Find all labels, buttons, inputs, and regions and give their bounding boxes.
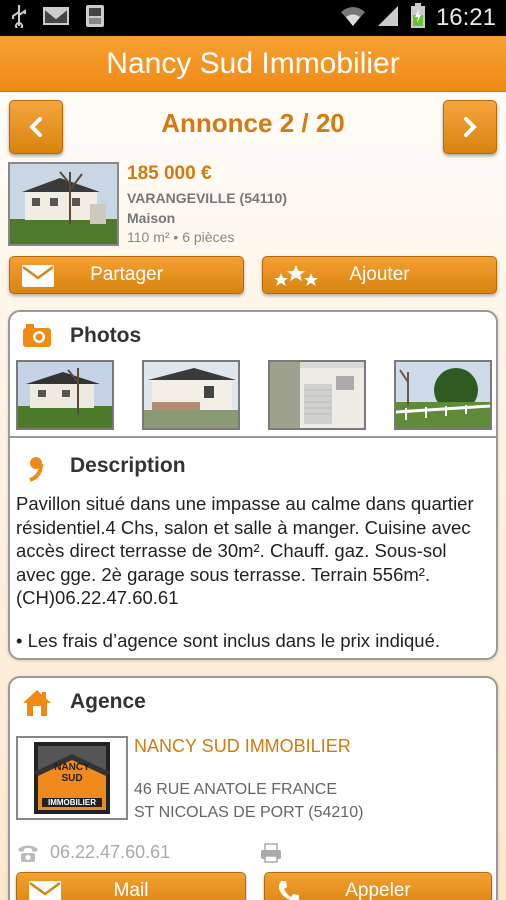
listing-counter: Annonce 2 / 20 [161,108,345,138]
mail-button[interactable]: Mail [16,872,246,900]
agency-logo: NANCY SUD IMMOBILIER [16,736,128,820]
quote-icon [22,452,52,487]
description-title: Description [70,454,186,477]
chevron-right-icon [464,117,477,137]
clock: 16:21 [435,4,496,31]
wifi-icon [340,4,366,33]
agency-title: Agence [70,690,146,713]
logo-text-line: SUD [61,773,83,784]
listing-thumbnail[interactable] [8,162,119,246]
listing-type: Maison [127,210,176,226]
photo-thumbnail[interactable] [16,360,114,430]
telephone-icon [16,843,40,868]
photo-thumbnail[interactable] [394,360,492,430]
fax-icon [260,843,282,868]
logo-text-line: IMMOBILIER [42,798,102,807]
next-button[interactable] [443,100,497,154]
agency-address-line2: ST NICOLAS DE PORT (54210) [134,804,364,821]
listing-city: VARANGEVILLE (54110) [127,190,288,206]
storage-icon [84,3,106,34]
details-panel: Photos Description Pavillon situé dans u… [8,310,498,660]
agency-header: Agence [10,678,496,728]
listing-size: 110 m² • 6 pièces [127,229,235,245]
stars-icon [273,263,319,295]
gmail-icon [42,5,70,32]
photo-thumbnail[interactable] [268,360,366,430]
listing-price: 185 000 € [127,163,212,184]
usb-icon [10,4,28,33]
battery-icon [410,2,426,34]
agency-panel: Agence NANCY SUD IMMOBILIER NANCY SUD IM… [8,676,498,900]
envelope-icon [27,879,63,900]
description-text: Pavillon situé dans une impasse au calme… [16,493,474,608]
status-bar: 16:21 [0,0,506,36]
photos-header: Photos [10,312,496,362]
fees-note: • Les frais d’agence sont inclus dans le… [16,630,441,651]
house-icon [22,688,52,723]
listing-navigation: Annonce 2 / 20 [0,100,506,154]
signal-icon [376,4,400,33]
agency-phone[interactable]: 06.22.47.60.61 [50,842,170,863]
chevron-left-icon [29,117,42,137]
photo-thumbnail[interactable] [142,360,240,430]
envelope-icon [20,263,56,295]
photos-title: Photos [70,324,142,347]
description-header: Description [10,442,496,492]
section-divider [10,436,496,438]
call-button[interactable]: Appeler [264,872,492,900]
phone-handset-icon [275,879,301,900]
app-title: Nancy Sud Immobilier [106,46,400,80]
previous-button[interactable] [9,100,63,154]
camera-icon [22,322,52,353]
add-favorite-button[interactable]: Ajouter [262,256,497,294]
agency-address-line1: 46 RUE ANATOLE FRANCE [134,781,338,798]
agency-name[interactable]: NANCY SUD IMMOBILIER [134,736,351,757]
logo-text-line: NANCY [54,762,90,773]
app-title-bar: Nancy Sud Immobilier [0,36,506,92]
share-button[interactable]: Partager [9,256,244,294]
